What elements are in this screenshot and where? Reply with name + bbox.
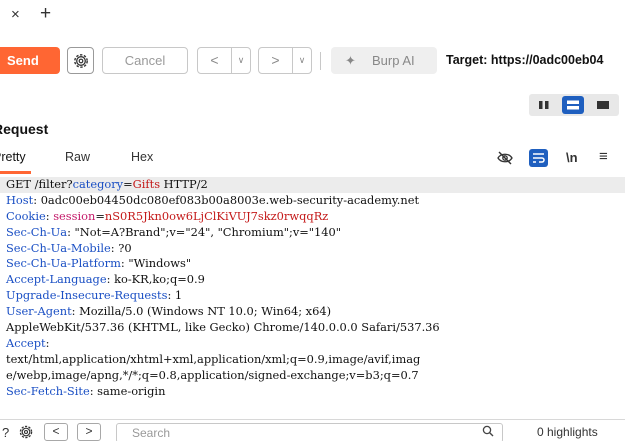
- header-line: Accept:: [6, 335, 50, 350]
- request-section-title: Request: [0, 121, 49, 137]
- tab-pretty[interactable]: Pretty: [0, 150, 26, 164]
- search-placeholder: Search: [132, 426, 171, 440]
- help-icon[interactable]: ?: [2, 425, 9, 440]
- columns-layout-icon: [539, 101, 549, 109]
- repeater-toolbar: Send Cancel < ∨ > ∨ ✦ Burp AI Target: ht…: [0, 44, 625, 80]
- burp-ai-button[interactable]: ✦ Burp AI: [331, 47, 437, 74]
- rows-layout-icon: [567, 100, 579, 110]
- search-bar: ? < > Search 0 highlights: [0, 419, 625, 441]
- eye-slash-icon: [497, 151, 513, 165]
- header-line: Accept-Language: ko-KR,ko;q=0.9: [6, 272, 205, 287]
- tab-hex[interactable]: Hex: [131, 150, 153, 164]
- editor-menu-icon[interactable]: ≡: [599, 148, 608, 165]
- tabs-layout-icon: [597, 101, 609, 109]
- add-tab-icon[interactable]: +: [40, 3, 51, 25]
- gear-icon: [74, 54, 88, 68]
- request-line: GET /filter?category=Gifts HTTP/2: [0, 177, 625, 193]
- header-continuation: e/webp,image/apng,*/*;q=0.8,application/…: [6, 367, 419, 382]
- back-history-dropdown[interactable]: ∨: [231, 48, 250, 73]
- header-continuation: text/html,application/xhtml+xml,applicat…: [6, 351, 421, 366]
- hide-nonprintable-toggle[interactable]: [496, 150, 514, 169]
- header-line: Sec-Ch-Ua: "Not=A?Brand";v="24", "Chromi…: [6, 224, 342, 239]
- forward-button[interactable]: >: [259, 48, 292, 73]
- back-button[interactable]: <: [198, 48, 231, 73]
- header-line: User-Agent: Mozilla/5.0 (Windows NT 10.0…: [6, 304, 332, 319]
- back-nav-group: < ∨: [197, 47, 251, 74]
- burp-ai-label: Burp AI: [372, 53, 415, 68]
- search-settings-button[interactable]: [18, 424, 34, 441]
- send-button[interactable]: Send: [0, 47, 60, 74]
- word-wrap-toggle[interactable]: [529, 149, 548, 167]
- layout-toggle: [529, 94, 619, 116]
- header-line: Sec-Ch-Ua-Mobile: ?0: [6, 240, 132, 255]
- toolbar-divider: [320, 52, 321, 70]
- cancel-button[interactable]: Cancel: [102, 47, 188, 74]
- target-label[interactable]: Target: https://0adc00eb04: [446, 47, 603, 74]
- header-line: Host: 0adc00eb04450dc080ef083b00a8003e.w…: [6, 192, 420, 207]
- header-line: Sec-Ch-Ua-Platform: "Windows": [6, 256, 192, 271]
- search-next-button[interactable]: >: [77, 423, 101, 441]
- header-line: Upgrade-Insecure-Requests: 1: [6, 288, 183, 303]
- layout-rows-button[interactable]: [562, 96, 584, 114]
- forward-nav-group: > ∨: [258, 47, 312, 74]
- gear-icon: [19, 425, 33, 439]
- cookie-line: Cookie: session=nS0R5Jkn0ow6LjClKiVUJ7sk…: [6, 208, 329, 223]
- search-previous-button[interactable]: <: [44, 423, 68, 441]
- search-input[interactable]: [116, 423, 503, 441]
- show-newlines-toggle[interactable]: \n: [566, 150, 578, 165]
- wrap-lines-icon: [533, 153, 545, 163]
- close-tab-icon[interactable]: ×: [11, 6, 20, 23]
- tab-raw[interactable]: Raw: [65, 150, 90, 164]
- highlights-count: 0 highlights: [537, 425, 598, 439]
- request-view-tabs: Pretty Raw Hex \n ≡: [0, 144, 625, 176]
- request-editor[interactable]: GET /filter?category=Gifts HTTP/2 Host: …: [0, 177, 625, 415]
- active-tab-indicator: [0, 171, 31, 174]
- layout-tabs-button[interactable]: [592, 96, 614, 114]
- forward-history-dropdown[interactable]: ∨: [292, 48, 311, 73]
- header-line: Sec-Fetch-Site: same-origin: [6, 383, 166, 398]
- send-settings-button[interactable]: [67, 47, 94, 74]
- header-continuation: AppleWebKit/537.36 (KHTML, like Gecko) C…: [6, 320, 440, 335]
- sparkle-icon: ✦: [345, 53, 356, 68]
- layout-columns-button[interactable]: [533, 96, 555, 114]
- tab-strip: × +: [0, 0, 625, 34]
- search-icon: [482, 425, 494, 440]
